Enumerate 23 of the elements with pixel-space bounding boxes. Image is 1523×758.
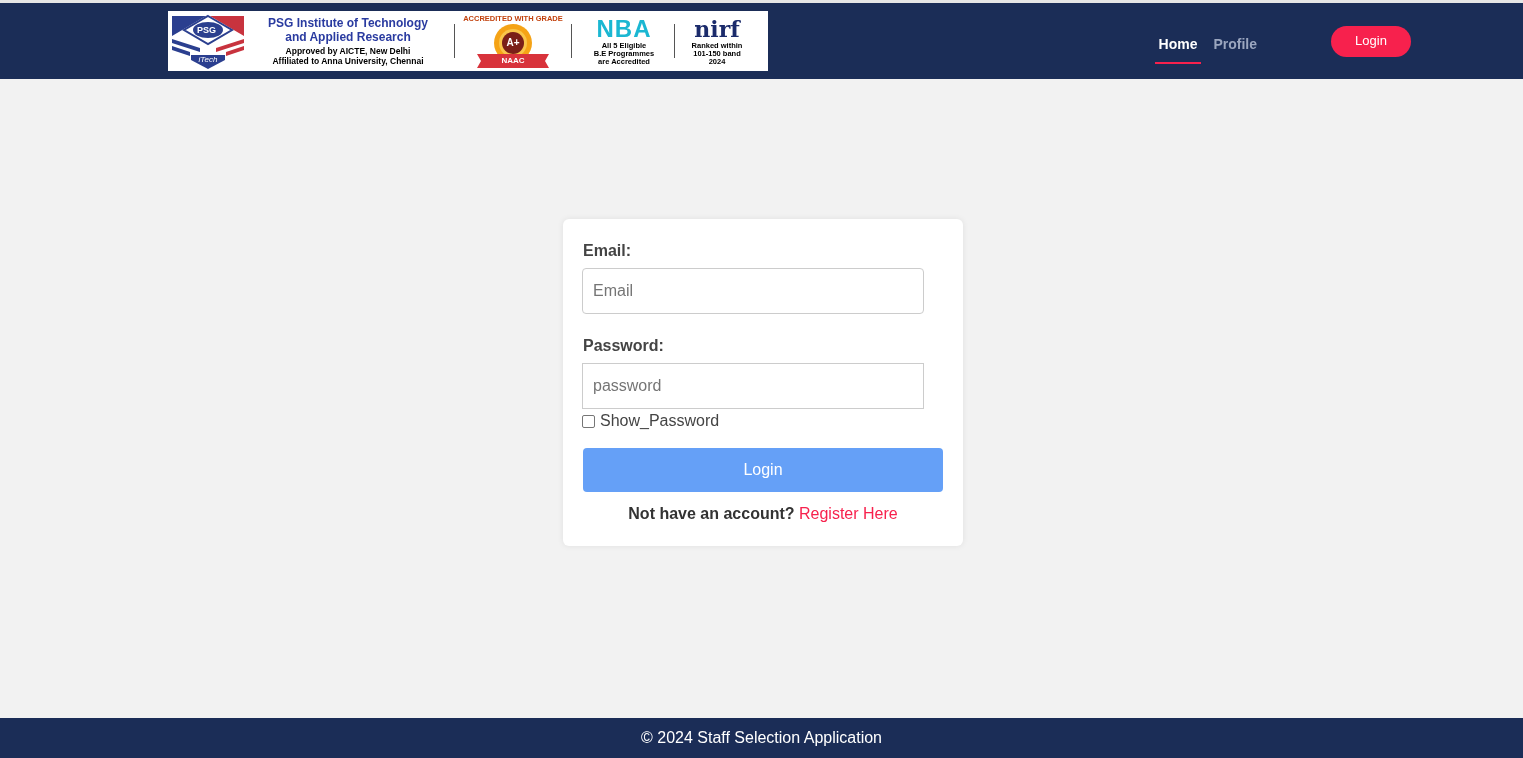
grade-text: A+ — [505, 35, 521, 49]
approval-text: Affiliated to Anna University, Chennai — [272, 56, 424, 66]
field-label: Email: — [583, 241, 632, 261]
show-password-checkbox[interactable] — [582, 414, 595, 428]
register-link[interactable]: Register Here — [799, 505, 898, 522]
institute-name: PSG Institute of Technology — [268, 16, 428, 30]
nav-link[interactable]: Home — [1154, 22, 1202, 64]
accreditation-logo: NBA — [596, 16, 652, 42]
field-label: Password: — [583, 336, 665, 356]
login-button[interactable]: Login — [1331, 25, 1411, 57]
submit-login-button[interactable]: Login — [583, 448, 943, 492]
footer-text: © 2024 Staff Selection Application — [641, 728, 882, 748]
nav-link[interactable]: Profile — [1209, 22, 1261, 64]
shield-motto-text: iTech — [197, 55, 219, 64]
email-field[interactable]: Email — [582, 268, 924, 314]
password-field[interactable]: password — [582, 363, 924, 409]
checkbox-label: Show_Password — [600, 411, 720, 431]
approval-text: Approved by AICTE, New Delhi — [285, 46, 411, 56]
ranking-logo: nirf — [694, 16, 740, 42]
institute-name: and Applied Research — [285, 30, 411, 44]
shield-emblem-text: PSG — [197, 24, 216, 36]
ribbon-text: NAAC — [500, 55, 526, 66]
register-prompt: Not have an account? Register Here — [627, 504, 899, 524]
